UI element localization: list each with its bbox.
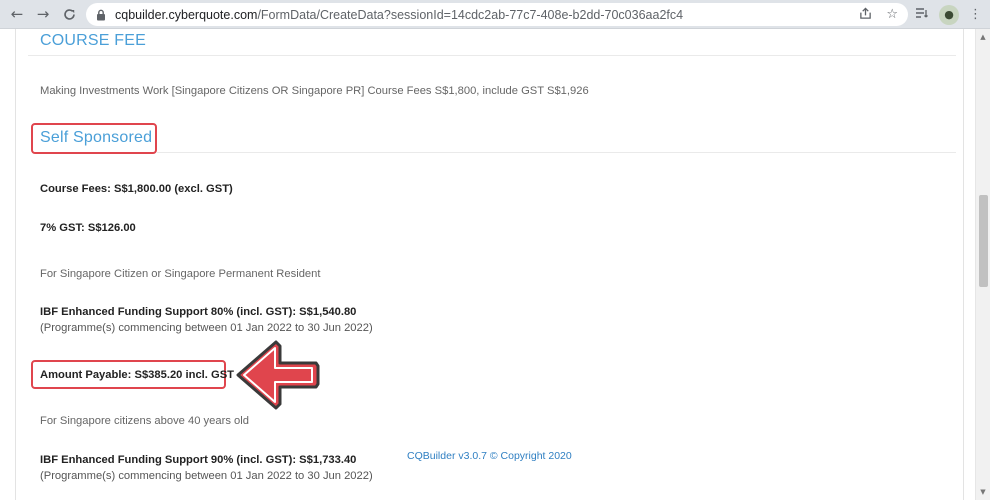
group2-label: For Singapore citizens above 40 years ol… <box>40 415 249 427</box>
url-text[interactable]: cqbuilder.cyberquote.com/FormData/Create… <box>115 8 683 22</box>
scroll-down-arrow-icon[interactable]: ▼ <box>976 486 990 498</box>
back-arrow-icon[interactable]: ← <box>6 3 28 25</box>
group1-label: For Singapore Citizen or Singapore Perma… <box>40 268 321 280</box>
profile-avatar[interactable]: ● <box>939 4 959 25</box>
self-sponsored-heading: Self Sponsored <box>40 129 153 146</box>
share-icon[interactable] <box>859 6 872 23</box>
funding1-note: (Programme(s) commencing between 01 Jan … <box>40 322 373 334</box>
course-fees-line: Course Fees: S$1,800.00 (excl. GST) <box>40 183 233 195</box>
reading-list-icon[interactable] <box>915 7 929 22</box>
lock-icon[interactable] <box>95 9 107 21</box>
url-host: cqbuilder.cyberquote.com <box>115 7 258 22</box>
bookmark-star-icon[interactable]: ☆ <box>886 8 898 21</box>
card-border-right <box>963 29 964 500</box>
funding1-line: IBF Enhanced Funding Support 80% (incl. … <box>40 306 357 318</box>
scrollbar-thumb[interactable] <box>979 195 988 287</box>
url-path: /FormData/CreateData?sessionId=14cdc2ab-… <box>257 7 684 22</box>
footer-copyright: CQBuilder v3.0.7 © Copyright 2020 <box>407 450 572 462</box>
divider <box>157 152 956 153</box>
address-bar[interactable]: cqbuilder.cyberquote.com/FormData/Create… <box>86 3 908 26</box>
scroll-up-arrow-icon[interactable]: ▲ <box>976 31 990 43</box>
course-fee-heading: COURSE FEE <box>40 32 147 49</box>
browser-toolbar: ← → cqbuilder.cyberquote.com/FormData/Cr… <box>0 0 990 29</box>
divider <box>28 55 956 56</box>
amount-payable-line: Amount Payable: S$385.20 incl. GST <box>40 369 234 381</box>
page-content: COURSE FEE Making Investments Work [Sing… <box>0 29 975 500</box>
menu-kebab-icon[interactable]: ⋮ <box>969 8 982 21</box>
funding2-line: IBF Enhanced Funding Support 90% (incl. … <box>40 454 357 466</box>
funding2-note: (Programme(s) commencing between 01 Jan … <box>40 470 373 482</box>
callout-arrow-icon <box>236 340 320 410</box>
gst-line: 7% GST: S$126.00 <box>40 222 136 234</box>
course-fee-description: Making Investments Work [Singapore Citiz… <box>40 85 589 97</box>
reload-icon[interactable] <box>58 3 80 25</box>
card-border-left <box>15 29 16 500</box>
forward-arrow-icon[interactable]: → <box>32 3 54 25</box>
vertical-scrollbar[interactable]: ▲ ▼ <box>975 29 990 500</box>
